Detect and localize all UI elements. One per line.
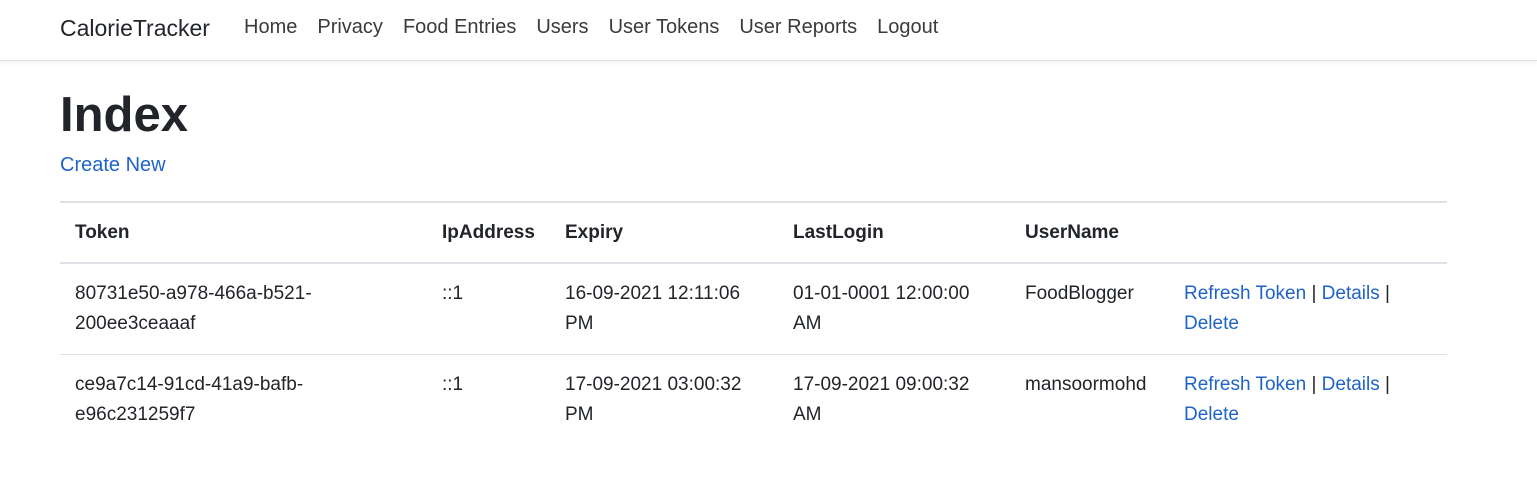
cell-username: mansoormohd — [1025, 374, 1147, 395]
cell-actions: Refresh Token | Details | Delete — [1169, 355, 1447, 446]
table-header: Token IpAddress Expiry LastLogin UserNam… — [60, 202, 1447, 263]
table-row: ce9a7c14-91cd-41a9-bafb-e96c231259f7 ::1… — [60, 355, 1447, 446]
cell-token: 80731e50-a978-466a-b521-200ee3ceaaaf — [75, 283, 312, 334]
cell-username: FoodBlogger — [1025, 283, 1134, 304]
nav-link-users[interactable]: Users — [536, 15, 588, 39]
column-header-ip-address: IpAddress — [442, 222, 535, 243]
nav-item-users: Users — [536, 15, 608, 39]
create-new-link[interactable]: Create New — [60, 153, 166, 177]
column-header-expiry: Expiry — [565, 222, 624, 243]
nav-link-food-entries[interactable]: Food Entries — [403, 15, 516, 39]
cell-token: ce9a7c14-91cd-41a9-bafb-e96c231259f7 — [75, 374, 304, 425]
column-header-last-login: LastLogin — [793, 222, 884, 243]
brand-link[interactable]: CalorieTracker — [60, 14, 210, 42]
cell-expiry: 17-09-2021 03:00:32 PM — [565, 374, 742, 425]
nav-link-logout[interactable]: Logout — [877, 15, 938, 39]
cell-actions: Refresh Token | Details | Delete — [1169, 263, 1447, 355]
cell-expiry: 16-09-2021 12:11:06 PM — [565, 283, 741, 334]
column-header-token: Token — [75, 222, 130, 243]
column-header-username: UserName — [1025, 222, 1119, 243]
table-header-row: Token IpAddress Expiry LastLogin UserNam… — [60, 202, 1447, 263]
action-separator: | — [1311, 374, 1317, 395]
table-row: 80731e50-a978-466a-b521-200ee3ceaaaf ::1… — [60, 263, 1447, 355]
cell-ip-address: ::1 — [442, 374, 464, 395]
nav-link-home[interactable]: Home — [244, 15, 297, 39]
refresh-token-link[interactable]: Refresh Token — [1184, 374, 1306, 395]
delete-link[interactable]: Delete — [1184, 404, 1239, 425]
details-link[interactable]: Details — [1322, 283, 1380, 304]
nav-item-food-entries: Food Entries — [403, 15, 536, 39]
nav-menu: Home Privacy Food Entries Users User Tok… — [244, 15, 958, 39]
nav-link-user-tokens[interactable]: User Tokens — [609, 15, 720, 39]
action-separator: | — [1311, 283, 1317, 304]
nav-link-privacy[interactable]: Privacy — [317, 15, 383, 39]
details-link[interactable]: Details — [1322, 374, 1380, 395]
action-separator: | — [1385, 283, 1390, 304]
cell-ip-address: ::1 — [442, 283, 464, 304]
page-title: Index — [60, 88, 188, 142]
column-header-actions — [1169, 202, 1447, 263]
nav-item-user-reports: User Reports — [739, 15, 877, 39]
delete-link[interactable]: Delete — [1184, 313, 1239, 334]
nav-item-user-tokens: User Tokens — [609, 15, 740, 39]
cell-last-login: 01-01-0001 12:00:00 AM — [793, 283, 970, 334]
main-content: Index Create New Token IpAddress Expiry … — [60, 61, 1447, 425]
refresh-token-link[interactable]: Refresh Token — [1184, 283, 1306, 304]
table-body: 80731e50-a978-466a-b521-200ee3ceaaaf ::1… — [60, 263, 1447, 445]
action-separator: | — [1385, 374, 1390, 395]
top-navbar: CalorieTracker Home Privacy Food Entries… — [0, 0, 1537, 61]
user-tokens-table: Token IpAddress Expiry LastLogin UserNam… — [60, 201, 1447, 445]
nav-item-privacy: Privacy — [317, 15, 403, 39]
nav-item-logout: Logout — [877, 15, 958, 39]
cell-last-login: 17-09-2021 09:00:32 AM — [793, 374, 970, 425]
nav-link-user-reports[interactable]: User Reports — [739, 15, 857, 39]
nav-item-home: Home — [244, 15, 317, 39]
